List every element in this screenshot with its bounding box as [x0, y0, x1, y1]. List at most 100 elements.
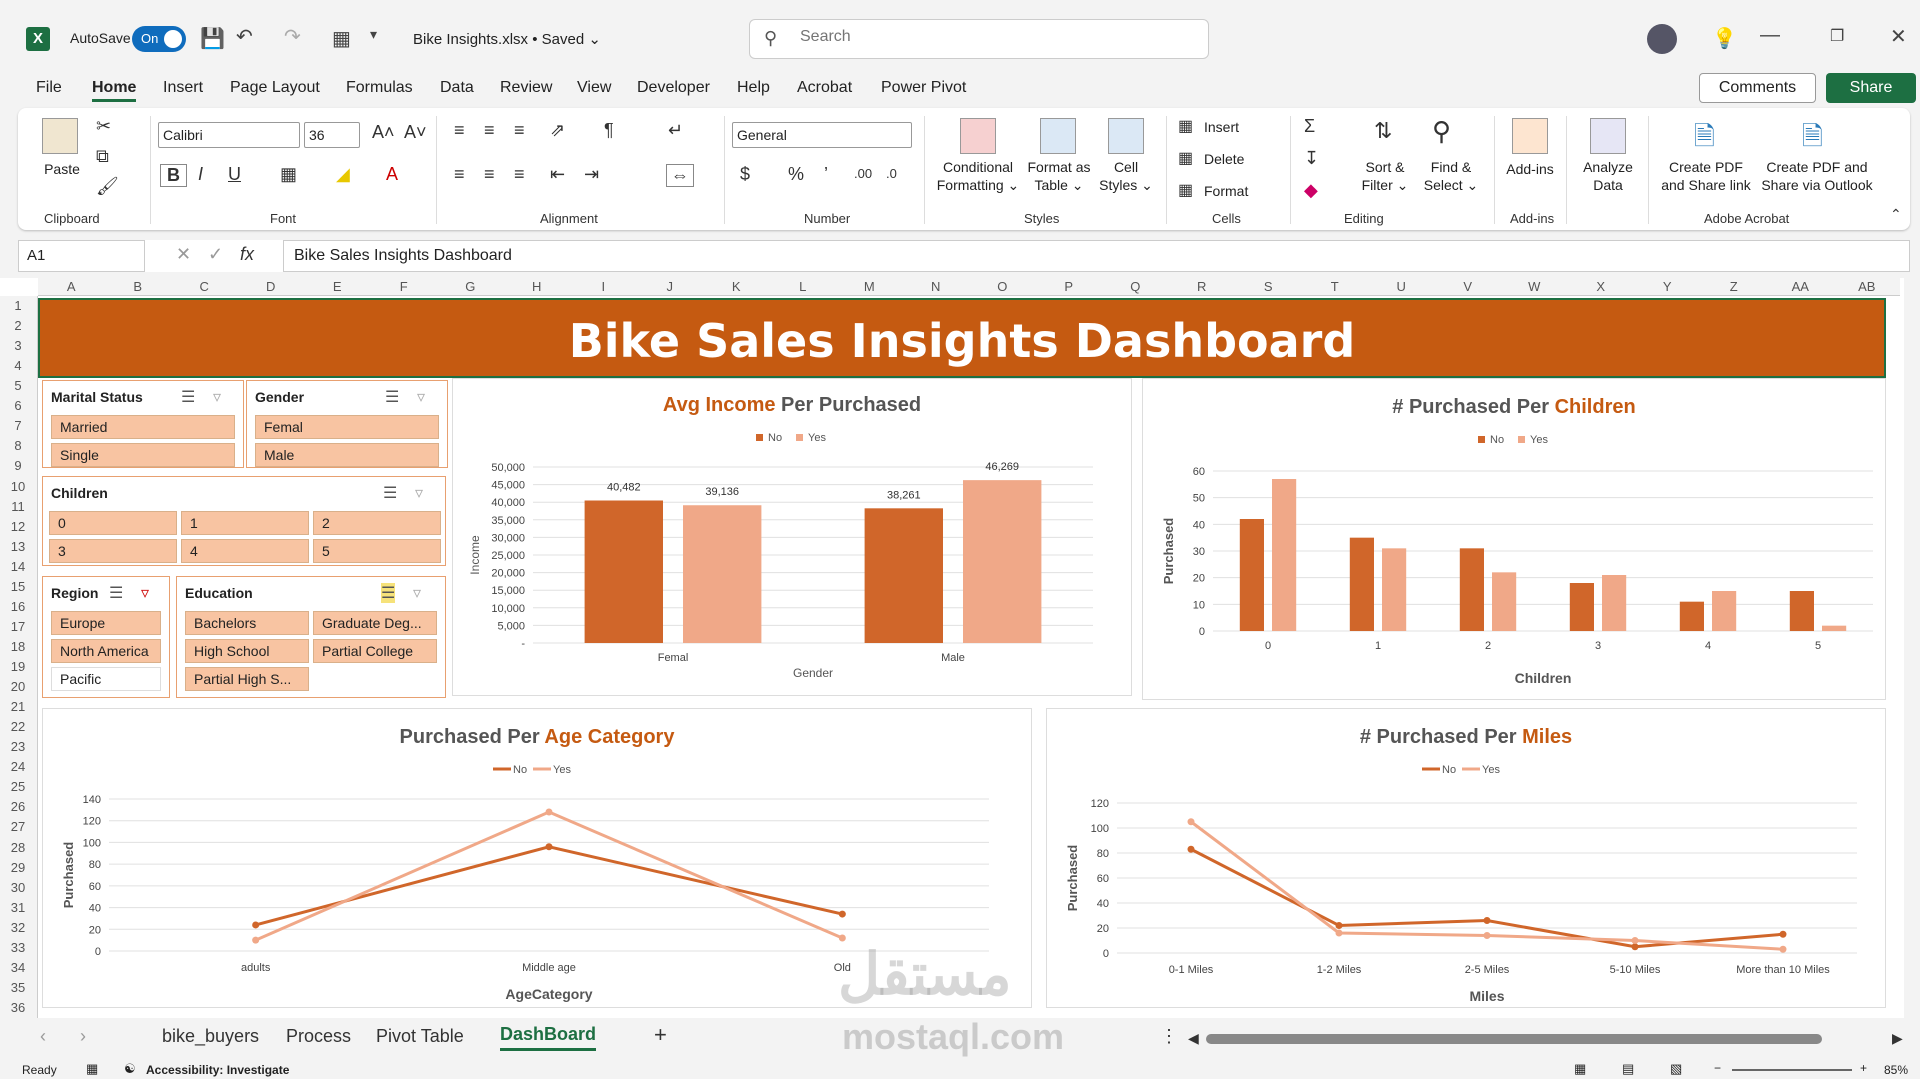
slicer-item-male[interactable]: Male [255, 443, 439, 467]
slicer-item-married[interactable]: Married [51, 415, 235, 439]
conditional-formatting-icon[interactable] [960, 118, 996, 154]
slicer-item-femal[interactable]: Femal [255, 415, 439, 439]
multi-select-icon[interactable]: ☰ [109, 583, 123, 603]
column-header-d[interactable]: D [238, 278, 305, 296]
column-header-t[interactable]: T [1302, 278, 1369, 296]
save-icon[interactable]: 💾 [200, 26, 225, 51]
increase-font-icon[interactable]: A˄ [372, 122, 395, 143]
menu-review[interactable]: Review [500, 79, 552, 97]
pdf-link-icon[interactable]: 🗎 [1694, 118, 1715, 162]
column-header-c[interactable]: C [171, 278, 238, 296]
chart-avg-income[interactable]: Avg Income Per Purchased No Yes - 5,000 10,00… [452, 378, 1132, 696]
sort-filter-button[interactable]: Sort & Filter ⌄ [1352, 158, 1418, 194]
percent-icon[interactable]: % [788, 164, 804, 185]
row-header-18[interactable]: 18 [0, 637, 36, 657]
bold-icon[interactable]: B [160, 164, 187, 187]
align-middle-icon[interactable]: ≡ [484, 120, 495, 141]
slicer-item-high-school[interactable]: High School [185, 639, 309, 663]
text-direction-icon[interactable]: ¶ [604, 120, 614, 141]
increase-decimal-icon[interactable]: .00 [854, 166, 872, 181]
slicer-marital-status[interactable]: Marital Status ☰ ▿ Married Single [42, 380, 244, 468]
row-header-13[interactable]: 13 [0, 537, 36, 557]
customize-toolbar-icon[interactable]: ▾ [370, 26, 377, 43]
row-header-23[interactable]: 23 [0, 737, 36, 757]
column-header-z[interactable]: Z [1701, 278, 1768, 296]
horizontal-scrollbar[interactable] [1206, 1034, 1822, 1044]
paste-button[interactable]: Paste [42, 160, 82, 178]
restore-icon[interactable]: ❐ [1830, 26, 1844, 46]
increase-indent-icon[interactable]: ⇥ [584, 164, 599, 185]
row-header-22[interactable]: 22 [0, 717, 36, 737]
underline-icon[interactable]: U [228, 164, 241, 185]
row-header-33[interactable]: 33 [0, 938, 36, 958]
align-bottom-icon[interactable]: ≡ [514, 120, 525, 141]
row-header-26[interactable]: 26 [0, 797, 36, 817]
share-button[interactable]: Share [1826, 73, 1916, 103]
slicer-item-europe[interactable]: Europe [51, 611, 161, 635]
column-header-w[interactable]: W [1501, 278, 1568, 296]
row-header-32[interactable]: 32 [0, 918, 36, 938]
prev-sheet-icon[interactable]: ‹ [40, 1026, 46, 1047]
slicer-item-partial-college[interactable]: Partial College [313, 639, 437, 663]
row-header-30[interactable]: 30 [0, 878, 36, 898]
borders-icon[interactable]: ▦ [280, 164, 297, 185]
orientation-icon[interactable]: ⇗ [550, 120, 565, 141]
delete-cells-button[interactable]: Delete [1204, 150, 1244, 168]
enter-icon[interactable]: ✓ [208, 244, 223, 265]
comma-icon[interactable]: ’ [824, 164, 828, 185]
autosave-toggle[interactable]: On [132, 26, 186, 52]
row-header-19[interactable]: 19 [0, 657, 36, 677]
accessibility-icon[interactable]: ☯ [124, 1061, 136, 1077]
macro-icon[interactable]: ▦ [86, 1061, 98, 1077]
row-header-9[interactable]: 9 [0, 456, 36, 476]
align-right-icon[interactable]: ≡ [514, 164, 525, 185]
chart-purchased-miles[interactable]: # Purchased Per Miles No Yes 0 20 40 60 80 100 12… [1046, 708, 1886, 1008]
formula-input[interactable]: Bike Sales Insights Dashboard [283, 240, 1910, 272]
cell-styles-button[interactable]: Cell Styles ⌄ [1098, 158, 1154, 194]
clear-filter-icon[interactable]: ▿ [415, 483, 423, 503]
clear-filter-icon[interactable]: ▿ [417, 387, 425, 407]
status-accessibility[interactable]: Accessibility: Investigate [146, 1063, 289, 1077]
more-options-icon[interactable]: ⋮ [1160, 1026, 1178, 1047]
normal-view-icon[interactable]: ▦ [1574, 1061, 1586, 1077]
scroll-left-icon[interactable]: ◀ [1188, 1030, 1199, 1047]
column-header-u[interactable]: U [1368, 278, 1435, 296]
slicer-item-bachelors[interactable]: Bachelors [185, 611, 309, 635]
menu-file[interactable]: File [36, 79, 62, 97]
analyze-data-icon[interactable] [1590, 118, 1626, 154]
slicer-children[interactable]: Children ☰ ▿ 0 1 2 3 4 5 [42, 476, 446, 566]
fill-color-icon[interactable]: ◢ [336, 164, 350, 185]
undo-icon[interactable]: ↶ [236, 24, 253, 49]
row-header-29[interactable]: 29 [0, 858, 36, 878]
clear-filter-icon[interactable]: ▿ [141, 583, 149, 603]
fill-icon[interactable]: ↧ [1304, 148, 1319, 169]
page-layout-view-icon[interactable]: ▤ [1622, 1061, 1634, 1077]
zoom-slider[interactable] [1732, 1069, 1852, 1071]
comments-button[interactable]: Comments [1699, 73, 1816, 103]
zoom-level[interactable]: 85% [1884, 1063, 1908, 1077]
row-header-16[interactable]: 16 [0, 597, 36, 617]
autosum-icon[interactable]: Σ [1304, 116, 1315, 137]
column-header-n[interactable]: N [903, 278, 970, 296]
pdf-outlook-icon[interactable]: 🗎 [1802, 118, 1823, 162]
format-cells-button[interactable]: Format [1204, 182, 1248, 200]
cut-icon[interactable]: ✂ [96, 116, 111, 137]
slicer-education[interactable]: Education ☰ ▿ Bachelors Graduate Deg... … [176, 576, 446, 698]
decrease-decimal-icon[interactable]: .0 [886, 166, 897, 181]
column-header-y[interactable]: Y [1634, 278, 1701, 296]
zoom-out-icon[interactable]: − [1714, 1061, 1721, 1075]
row-header-6[interactable]: 6 [0, 396, 36, 416]
insert-cells-button[interactable]: Insert [1204, 118, 1239, 136]
worksheet-grid[interactable]: A B C D E F G H I J K L M N O P Q R S T U V W X Y Z AA AB 123456789… [0, 278, 1920, 1018]
menu-insert[interactable]: Insert [163, 79, 203, 97]
slicer-item-graduate-degree[interactable]: Graduate Deg... [313, 611, 437, 635]
slicer-item-5[interactable]: 5 [313, 539, 441, 563]
slicer-item-1[interactable]: 1 [181, 511, 309, 535]
column-header-o[interactable]: O [969, 278, 1036, 296]
column-header-m[interactable]: M [836, 278, 903, 296]
addins-icon[interactable] [1512, 118, 1548, 154]
merge-center-icon[interactable]: ⇔ [666, 164, 694, 187]
find-select-button[interactable]: Find & Select ⌄ [1418, 158, 1484, 194]
clear-filter-icon[interactable]: ▿ [213, 387, 221, 407]
row-header-2[interactable]: 2 [0, 316, 36, 336]
